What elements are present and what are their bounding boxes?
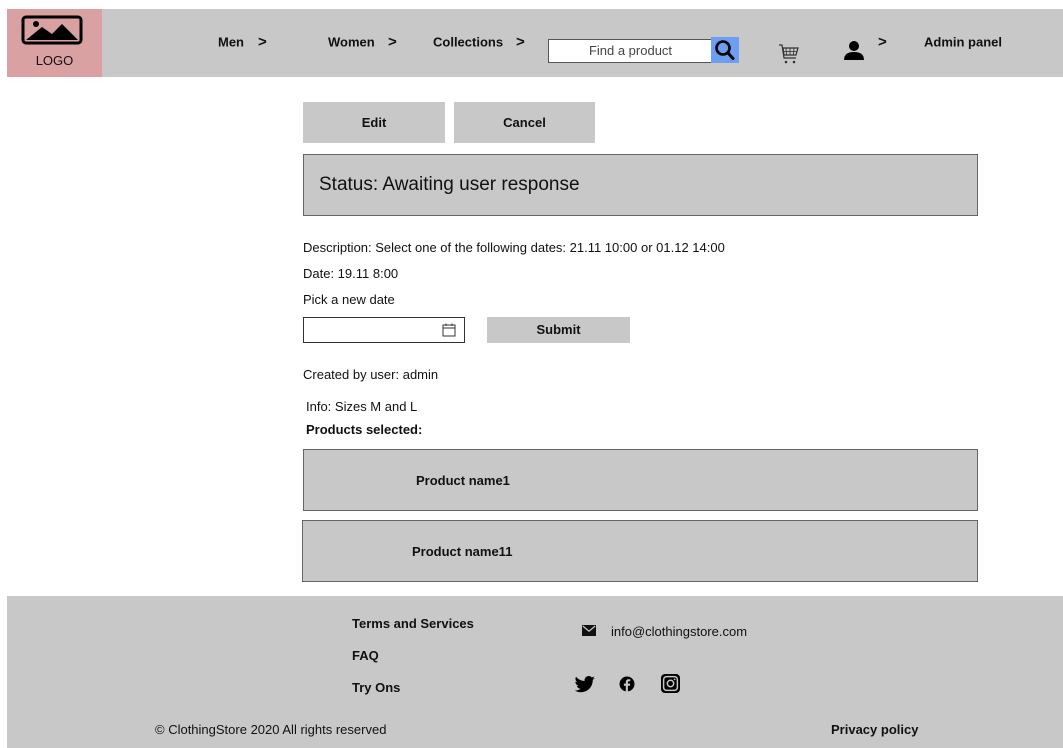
image-placeholder-icon — [21, 15, 83, 45]
nav-men-chevron-icon: > — [258, 33, 267, 51]
status-text: Status: Awaiting user response — [319, 174, 580, 195]
copyright-text: © ClothingStore 2020 All rights reserved — [155, 722, 387, 737]
calendar-icon[interactable] — [442, 323, 456, 337]
cancel-button[interactable]: Cancel — [454, 102, 595, 143]
date-picker-input[interactable] — [303, 317, 465, 343]
cart-icon[interactable] — [778, 42, 800, 66]
mail-icon — [582, 625, 596, 636]
footer-faq-link[interactable]: FAQ — [352, 648, 379, 663]
status-panel: Status: Awaiting user response — [303, 154, 978, 216]
admin-panel-link[interactable]: Admin panel — [924, 35, 1002, 50]
top-navbar: LOGO Men > Women > Collections > Find a … — [7, 9, 1063, 77]
nav-collections[interactable]: Collections — [433, 35, 503, 50]
footer-email-link[interactable]: info@clothingstore.com — [611, 624, 747, 639]
product-item[interactable]: Product name11 — [302, 520, 978, 582]
product-name: Product name11 — [412, 544, 513, 559]
product-item[interactable]: Product name1 — [303, 449, 978, 511]
facebook-icon[interactable] — [619, 676, 635, 692]
nav-men[interactable]: Men — [218, 35, 244, 50]
twitter-icon[interactable] — [574, 676, 596, 694]
account-chevron-icon: > — [878, 33, 887, 51]
logo-text: LOGO — [35, 53, 74, 68]
product-name: Product name1 — [416, 473, 510, 488]
nav-women-chevron-icon: > — [388, 33, 397, 51]
search-icon — [715, 40, 735, 60]
search-button[interactable] — [711, 37, 739, 63]
user-icon[interactable] — [843, 40, 865, 62]
products-heading: Products selected: — [306, 422, 423, 437]
logo[interactable]: LOGO — [7, 9, 102, 77]
edit-button[interactable]: Edit — [303, 102, 445, 143]
nav-collections-chevron-icon: > — [516, 33, 525, 51]
created-by-text: Created by user: admin — [303, 367, 439, 382]
footer-tryons-link[interactable]: Try Ons — [352, 680, 400, 695]
pick-date-label: Pick a new date — [303, 292, 395, 307]
footer: Terms and Services FAQ Try Ons info@clot… — [7, 596, 1063, 748]
privacy-policy-link[interactable]: Privacy policy — [831, 722, 918, 737]
submit-button[interactable]: Submit — [487, 317, 630, 343]
description-text: Description: Select one of the following… — [303, 240, 725, 255]
instagram-icon[interactable] — [661, 674, 680, 693]
info-text: Info: Sizes M and L — [306, 399, 418, 414]
date-text: Date: 19.11 8:00 — [303, 266, 399, 281]
footer-terms-link[interactable]: Terms and Services — [352, 616, 474, 631]
nav-women[interactable]: Women — [328, 35, 375, 50]
search-input[interactable]: Find a product — [548, 39, 713, 63]
